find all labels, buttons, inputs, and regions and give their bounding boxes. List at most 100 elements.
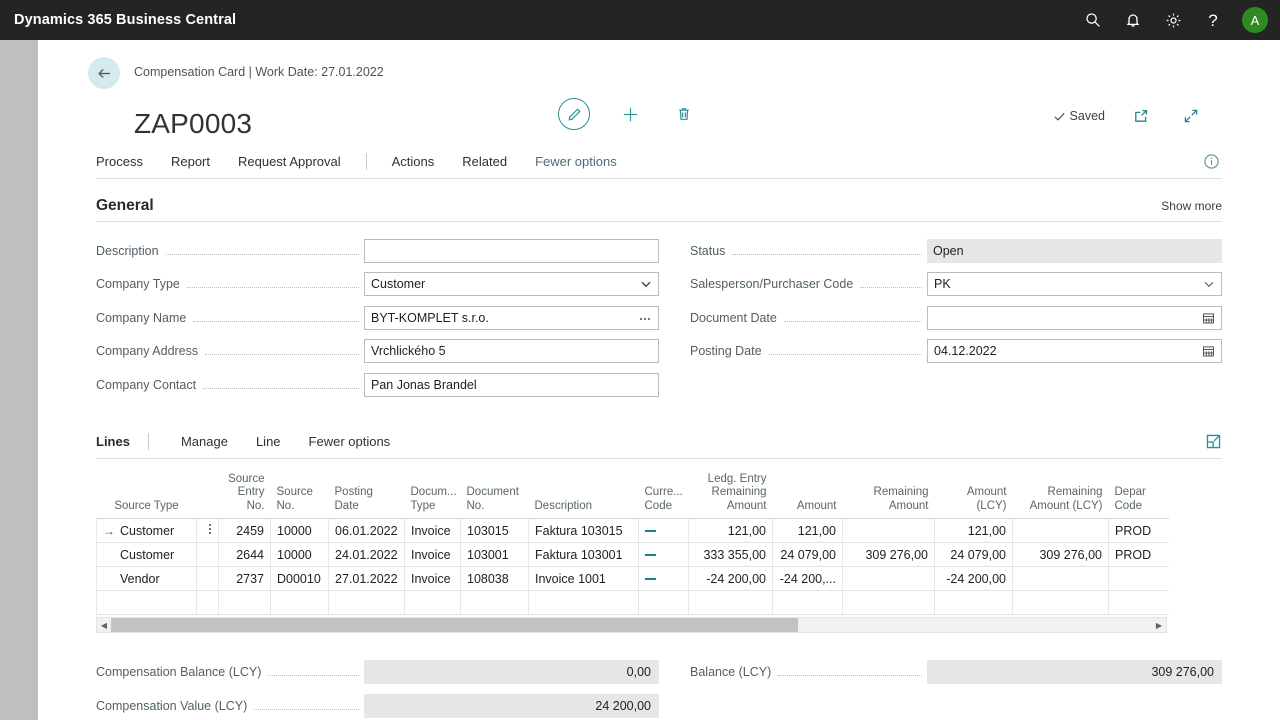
col-posting-date[interactable]: Posting Date [329, 471, 405, 519]
cell-description[interactable]: Faktura 103001 [529, 543, 639, 567]
scroll-right-arrow-icon[interactable]: ▶ [1152, 621, 1166, 630]
lines-menu-line[interactable]: Line [242, 434, 295, 449]
salesperson-code-input[interactable]: PK [927, 272, 1222, 296]
cell-remaining-amount-lcy[interactable]: 309 276,00 [1013, 543, 1109, 567]
open-in-excel-icon[interactable] [1205, 433, 1222, 450]
action-actions[interactable]: Actions [378, 146, 449, 178]
scroll-track[interactable] [111, 618, 1152, 632]
cell-document-no[interactable]: 103015 [461, 519, 529, 543]
calendar-icon[interactable] [1202, 311, 1215, 324]
edit-pencil-icon[interactable] [558, 98, 590, 130]
cell-remaining-amount-lcy[interactable] [1013, 519, 1109, 543]
help-icon[interactable]: ? [1196, 3, 1230, 37]
back-button[interactable] [88, 57, 120, 89]
chevron-down-icon[interactable] [1203, 278, 1215, 290]
posting-date-input[interactable]: 04.12.2022 [927, 339, 1222, 363]
cell-ledg-entry-remaining-amount[interactable]: 121,00 [689, 519, 773, 543]
scroll-left-arrow-icon[interactable]: ◀ [97, 621, 111, 630]
cell-amount-lcy[interactable] [935, 591, 1013, 615]
cell-amount[interactable]: 24 079,00 [773, 543, 843, 567]
lines-menu-fewer-options[interactable]: Fewer options [295, 434, 405, 449]
bell-icon[interactable] [1116, 3, 1150, 37]
col-amount[interactable]: Amount [773, 471, 843, 519]
table-row[interactable]: → [97, 591, 1169, 615]
cell-posting-date[interactable]: 24.01.2022 [329, 543, 405, 567]
cell-currency-code[interactable] [639, 543, 689, 567]
col-department-code[interactable]: Depar Code [1109, 471, 1169, 519]
cell-department-code[interactable]: PROD [1109, 519, 1169, 543]
col-document-type[interactable]: Docum... Type [405, 471, 461, 519]
cell-remaining-amount[interactable] [843, 567, 935, 591]
delete-trash-icon[interactable] [670, 100, 698, 128]
col-source-no[interactable]: Source No. [271, 471, 329, 519]
company-address-input[interactable]: Vrchlického 5 [364, 339, 659, 363]
col-remaining-amount[interactable]: Remaining Amount [843, 471, 935, 519]
cell-description[interactable]: Faktura 103015 [529, 519, 639, 543]
action-process[interactable]: Process [96, 146, 157, 178]
cell-source-entry-no[interactable]: 2459 [219, 519, 271, 543]
chevron-down-icon[interactable] [640, 278, 652, 290]
cell-remaining-amount[interactable] [843, 519, 935, 543]
cell-document-type[interactable]: Invoice [405, 519, 461, 543]
cell-source-no[interactable]: D00010 [271, 567, 329, 591]
search-icon[interactable] [1076, 3, 1110, 37]
scroll-thumb[interactable] [111, 618, 798, 632]
cell-description[interactable] [529, 591, 639, 615]
col-amount-lcy[interactable]: Amount (LCY) [935, 471, 1013, 519]
table-row[interactable]: →Customer 2459 10000 06.01.2022 Invoice … [97, 519, 1169, 543]
cell-amount[interactable]: 121,00 [773, 519, 843, 543]
col-ledg-entry-remaining-amount[interactable]: Ledg. Entry Remaining Amount [689, 471, 773, 519]
avatar[interactable]: A [1242, 7, 1268, 33]
cell-document-type[interactable] [405, 591, 461, 615]
cell-source-no[interactable]: 10000 [271, 543, 329, 567]
grid-horizontal-scrollbar[interactable]: ◀ ▶ [96, 617, 1167, 633]
calendar-icon[interactable] [1202, 345, 1215, 358]
table-row[interactable]: →Customer 2644 10000 24.01.2022 Invoice … [97, 543, 1169, 567]
action-request-approval[interactable]: Request Approval [224, 146, 355, 178]
company-contact-input[interactable]: Pan Jonas Brandel [364, 373, 659, 397]
info-icon[interactable] [1203, 153, 1222, 170]
cell-posting-date[interactable] [329, 591, 405, 615]
collapse-icon[interactable] [1177, 102, 1205, 130]
table-row[interactable]: →Vendor 2737 D00010 27.01.2022 Invoice 1… [97, 567, 1169, 591]
cell-posting-date[interactable]: 27.01.2022 [329, 567, 405, 591]
cell-source-entry-no[interactable]: 2644 [219, 543, 271, 567]
cell-ledg-entry-remaining-amount[interactable]: -24 200,00 [689, 567, 773, 591]
cell-remaining-amount[interactable] [843, 591, 935, 615]
cell-source-type[interactable]: → [97, 591, 197, 615]
col-remaining-amount-lcy[interactable]: Remaining Amount (LCY) [1013, 471, 1109, 519]
cell-document-type[interactable]: Invoice [405, 543, 461, 567]
cell-source-no[interactable]: 10000 [271, 519, 329, 543]
cell-posting-date[interactable]: 06.01.2022 [329, 519, 405, 543]
cell-amount-lcy[interactable]: -24 200,00 [935, 567, 1013, 591]
row-menu-icon[interactable] [197, 519, 219, 543]
cell-amount[interactable]: -24 200,... [773, 567, 843, 591]
cell-remaining-amount-lcy[interactable] [1013, 567, 1109, 591]
col-currency-code[interactable]: Curre... Code [639, 471, 689, 519]
col-source-entry-no[interactable]: Source Entry No. [219, 471, 271, 519]
cell-source-type[interactable]: →Vendor [97, 567, 197, 591]
company-type-select[interactable]: Customer [364, 272, 659, 296]
show-more-link[interactable]: Show more [1161, 199, 1222, 213]
cell-department-code[interactable] [1109, 591, 1169, 615]
cell-remaining-amount[interactable]: 309 276,00 [843, 543, 935, 567]
lines-menu-manage[interactable]: Manage [167, 434, 242, 449]
action-fewer-options[interactable]: Fewer options [521, 146, 631, 178]
cell-currency-code[interactable] [639, 567, 689, 591]
gear-icon[interactable] [1156, 3, 1190, 37]
col-document-no[interactable]: Document No. [461, 471, 529, 519]
action-related[interactable]: Related [448, 146, 521, 178]
company-name-input[interactable]: BYT-KOMPLET s.r.o. [364, 306, 659, 330]
cell-source-entry-no[interactable]: 2737 [219, 567, 271, 591]
cell-currency-code[interactable] [639, 519, 689, 543]
cell-department-code[interactable] [1109, 567, 1169, 591]
row-menu-icon[interactable] [197, 543, 219, 567]
cell-document-type[interactable]: Invoice [405, 567, 461, 591]
cell-department-code[interactable]: PROD [1109, 543, 1169, 567]
cell-source-no[interactable] [271, 591, 329, 615]
action-report[interactable]: Report [157, 146, 224, 178]
cell-currency-code[interactable] [639, 591, 689, 615]
cell-source-type[interactable]: →Customer [97, 543, 197, 567]
cell-ledg-entry-remaining-amount[interactable] [689, 591, 773, 615]
row-menu-icon[interactable] [197, 591, 219, 615]
